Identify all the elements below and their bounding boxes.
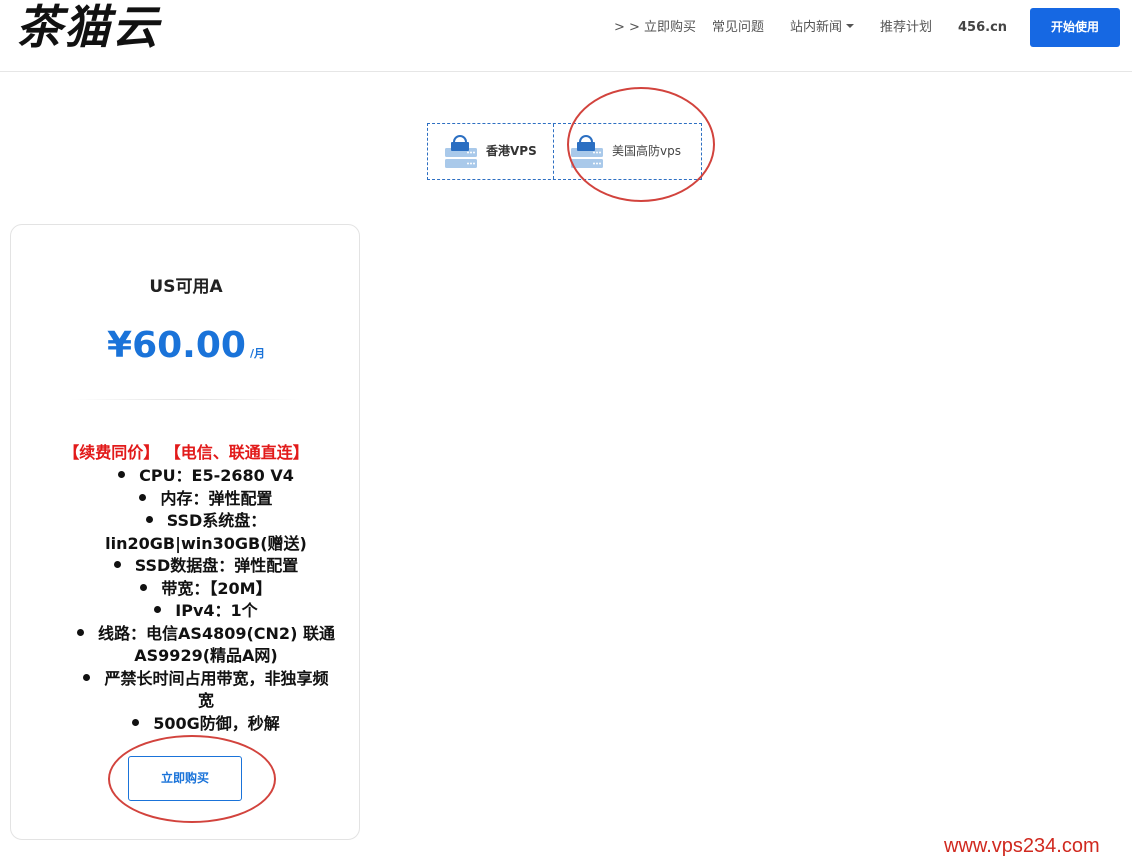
tab-label: 香港VPS — [486, 144, 537, 158]
nav-news-dropdown[interactable]: 站内新闻 — [790, 18, 855, 38]
feature-text: 严禁长时间占用带宽，非独享频 — [104, 668, 329, 688]
bullet-icon — [83, 673, 91, 681]
feature-text: 线路：电信AS4809(CN2) 联通 — [98, 623, 335, 643]
price-amount: ¥60.00 — [107, 325, 246, 366]
list-item: CPU：E5-2680 V4 — [66, 465, 346, 488]
nav-faq[interactable]: 常见问题 — [712, 18, 764, 38]
feature-text: IPv4：1个 — [175, 601, 258, 620]
feature-text: 500G防御，秒解 — [153, 713, 280, 733]
promo-text: 【续费同价】 【电信、联通直连】 — [63, 443, 309, 462]
bullet-icon — [145, 516, 153, 523]
nav-referral[interactable]: 推荐计划 — [880, 18, 932, 38]
start-using-button[interactable]: 开始使用 — [1030, 8, 1120, 47]
feature-text: AS9929(精品A网) — [134, 646, 278, 665]
list-item: 内存：弹性配置 — [66, 488, 346, 511]
list-item: IPv4：1个 — [66, 600, 346, 623]
plan-name: US可用A — [149, 277, 223, 297]
annotation-circle — [567, 87, 715, 202]
bullet-icon — [154, 606, 162, 613]
feature-text: 内存：弹性配置 — [160, 488, 273, 508]
nav-456cn[interactable]: 456.cn — [958, 18, 1007, 38]
nav-news-label: 站内新闻 — [790, 20, 843, 35]
bullet-icon — [139, 493, 147, 501]
list-item: 带宽：【20M】 — [66, 578, 346, 601]
feature-text: SSD数据盘：弹性配置 — [134, 556, 299, 575]
divider — [71, 399, 301, 400]
server-icon — [445, 135, 477, 168]
feature-text: 宽 — [197, 691, 214, 710]
feature-text: CPU：E5-2680 V4 — [139, 466, 294, 485]
feature-text: SSD系统盘： — [166, 511, 267, 530]
site-header: 茶猫云 > > 立即购买 常见问题 站内新闻 推荐计划 456.cn 开始使用 — [0, 0, 1132, 72]
list-item: 严禁长时间占用带宽，非独享频宽 — [66, 668, 346, 713]
main-nav: > > 立即购买 常见问题 站内新闻 推荐计划 456.cn — [0, 18, 1132, 38]
price-unit: /月 — [249, 347, 265, 360]
list-item: SSD数据盘：弹性配置 — [66, 555, 346, 578]
bullet-icon — [113, 561, 121, 568]
list-item: SSD系统盘： lin20GB|win30GB(赠送) — [66, 510, 346, 555]
chevron-down-icon — [846, 24, 855, 28]
annotation-circle — [108, 735, 276, 823]
bullet-icon — [140, 583, 148, 591]
bullet-icon — [132, 718, 140, 726]
list-item: 500G防御，秒解 — [66, 713, 346, 736]
bullet-icon — [77, 628, 85, 636]
feature-text: 带宽：【20M】 — [161, 578, 272, 598]
nav-buy-now[interactable]: > > 立即购买 — [614, 18, 696, 38]
list-item: 线路：电信AS4809(CN2) 联通 AS9929(精品A网) — [66, 623, 346, 668]
bullet-icon — [118, 471, 126, 478]
feature-text: lin20GB|win30GB(赠送) — [105, 533, 307, 553]
watermark: www.vps234.com — [944, 835, 1100, 857]
plan-price: ¥60.00/月 — [11, 325, 361, 366]
feature-list: CPU：E5-2680 V4 内存：弹性配置 SSD系统盘： lin20GB|wi… — [66, 465, 346, 735]
tab-hongkong-vps[interactable]: 香港VPS — [428, 124, 554, 179]
